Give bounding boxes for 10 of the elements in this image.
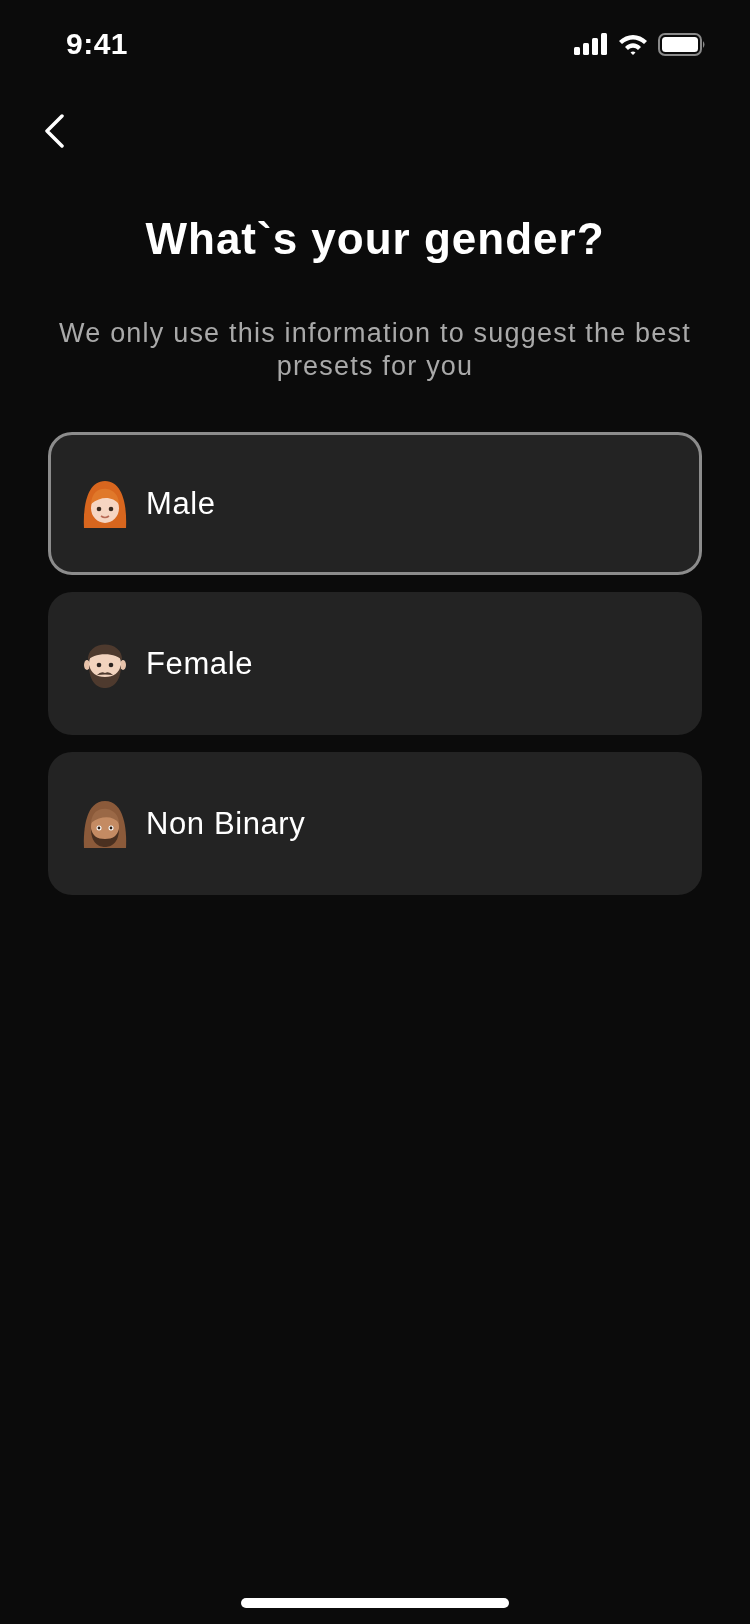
page-title: What`s your gender? <box>145 214 605 264</box>
status-time: 9:41 <box>66 27 129 61</box>
signal-icon <box>574 33 608 55</box>
wifi-icon <box>618 33 648 55</box>
gender-option[interactable]: Male <box>48 432 702 575</box>
gender-option[interactable]: Non Binary <box>48 752 702 895</box>
gender-option[interactable]: Female <box>48 592 702 735</box>
back-icon <box>44 114 64 148</box>
battery-icon <box>658 32 706 56</box>
page-subtitle: We only use this information to suggest the best presets for you <box>58 317 692 383</box>
